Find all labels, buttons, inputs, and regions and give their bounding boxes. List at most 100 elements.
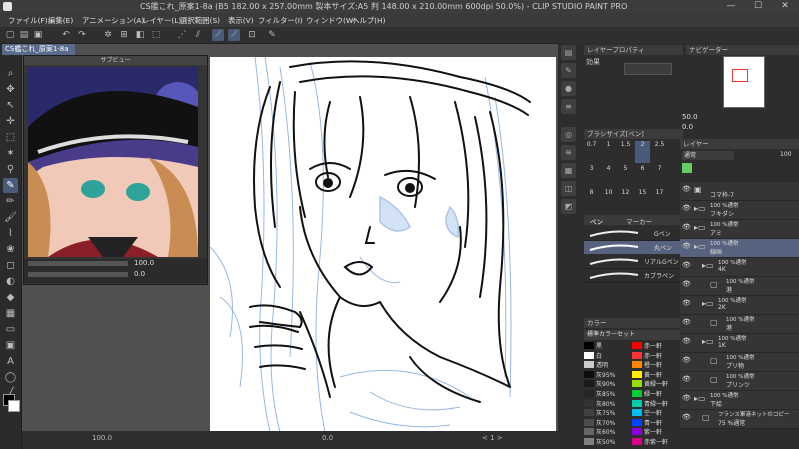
subview-zoom-value[interactable]: 100.0 [134, 259, 154, 267]
menu-layer[interactable]: レイヤー(L) [142, 15, 181, 26]
brush-size-2[interactable]: 2 [635, 141, 650, 163]
visibility-eye-icon[interactable]: 👁 [682, 242, 691, 251]
subview-zoom-slider[interactable] [28, 261, 128, 266]
brush-size-07[interactable]: 0.7 [584, 141, 599, 163]
airbrush-icon[interactable]: ⌇ [3, 226, 18, 241]
menu-animation[interactable]: アニメーション(A) [82, 15, 144, 26]
decoration-icon[interactable]: ❀ [3, 242, 18, 257]
color-swatch[interactable] [632, 399, 642, 407]
subview-angle-value[interactable]: 0.0 [134, 270, 145, 278]
layer-row[interactable]: 👁 ▸▭ 100 %通常 線画 [680, 239, 799, 258]
fill-icon[interactable]: ◧ [134, 29, 146, 41]
layer-opacity[interactable]: 100 [780, 151, 791, 158]
approx-color-icon[interactable]: ◩ [561, 199, 576, 214]
visibility-eye-icon[interactable]: 👁 [682, 375, 691, 384]
navigator-angle[interactable]: 0.0 [682, 123, 693, 131]
color-swatch[interactable] [584, 399, 594, 407]
navigator-zoom[interactable]: 50.0 [682, 113, 698, 121]
brush-size-1[interactable]: 1 [601, 141, 616, 163]
visibility-eye-icon[interactable]: 👁 [682, 318, 691, 327]
move-tool-icon[interactable]: ✥ [3, 82, 18, 97]
color-wheel-icon[interactable]: ◎ [561, 127, 576, 142]
save-icon[interactable]: ▣ [32, 29, 44, 41]
menu-window[interactable]: ウィンドウ(W) [306, 15, 356, 26]
snap-ruler-icon[interactable]: ⟋ [212, 29, 224, 41]
color-swatch[interactable] [632, 342, 642, 349]
visibility-eye-icon[interactable]: 👁 [682, 185, 691, 194]
color-swatch[interactable] [632, 409, 642, 417]
eraser-icon[interactable]: ◻ [3, 258, 18, 273]
clear-icon[interactable]: ✲ [102, 29, 114, 41]
grid-icon[interactable]: ⊡ [246, 29, 258, 41]
angle-status[interactable]: 0.0 [322, 434, 333, 442]
visibility-eye-icon[interactable]: 👁 [682, 223, 691, 232]
brush-size-17[interactable]: 17 [652, 189, 667, 211]
move-layer-icon[interactable]: ✛ [3, 114, 18, 129]
visibility-eye-icon[interactable]: 👁 [682, 261, 691, 270]
menu-help[interactable]: ヘルプ(H) [352, 15, 386, 26]
zoom-status[interactable]: 100.0 [92, 434, 112, 442]
open-icon[interactable]: ▤ [18, 29, 30, 41]
eyedropper-icon[interactable]: ⚲ [3, 162, 18, 177]
color-swatch[interactable] [632, 361, 642, 369]
visibility-eye-icon[interactable]: 👁 [682, 394, 691, 403]
layer-row[interactable]: 👁 ▣ コマ枠-7 [680, 182, 799, 201]
menu-filter[interactable]: フィルター(I) [258, 15, 303, 26]
color-set-icon[interactable]: ▦ [561, 163, 576, 178]
sub-color-swatch[interactable] [8, 400, 20, 412]
snap-icon[interactable]: ⋰ [176, 29, 188, 41]
color-set-dropdown[interactable]: 標準カラーセット [584, 330, 683, 340]
lasso-tool-icon[interactable]: ⬚ [3, 130, 18, 145]
layer-row[interactable]: 👁 ▸▭ 100 %通常 アミ [680, 220, 799, 239]
snap-special-icon[interactable]: ⟋ [228, 29, 240, 41]
layer-row[interactable]: 👁 ▢ 100 %通常 プリンツ [680, 372, 799, 391]
gradient-icon[interactable]: ▦ [3, 306, 18, 321]
color-swatch[interactable] [632, 428, 642, 436]
brush-size-3[interactable]: 3 [584, 165, 599, 187]
blend-icon[interactable]: ◐ [3, 274, 18, 289]
tab-marker[interactable]: マーカー [626, 216, 652, 226]
intermediate-color-icon[interactable]: ◫ [561, 181, 576, 196]
subtool-item-kabura-pen[interactable]: カブラペン [584, 269, 680, 283]
layer-row[interactable]: 👁 ▸▭ 100 %通常 フキダシ [680, 201, 799, 220]
brush-size-12[interactable]: 12 [618, 189, 633, 211]
brush-size-10[interactable]: 10 [601, 189, 616, 211]
color-swatch[interactable] [632, 380, 642, 388]
color-slider-icon[interactable]: ≋ [561, 145, 576, 160]
color-swatch[interactable] [584, 351, 594, 359]
color-swatch[interactable] [584, 428, 594, 436]
layer-color-swatch[interactable] [682, 163, 692, 173]
layer-row[interactable]: 👁 ▢ フランス軍港ネットのコピー 75 %通常 [680, 410, 799, 429]
document-tab[interactable]: CS艦これ_原案1-8a [2, 44, 75, 55]
layer-row[interactable]: 👁 ▸▭ 100 %通常 下絵 [680, 391, 799, 410]
subview-angle-slider[interactable] [28, 272, 128, 277]
reference-image[interactable] [28, 67, 198, 257]
brush-size-5[interactable]: 5 [618, 165, 633, 187]
deselect-icon[interactable]: ⬚ [150, 29, 162, 41]
menu-edit[interactable]: 編集(E) [48, 15, 73, 26]
navigator-viewport[interactable] [732, 69, 748, 82]
color-swatch[interactable] [584, 409, 594, 417]
tab-pen[interactable]: ペン [590, 216, 603, 226]
page-indicator[interactable]: < 1 > [482, 434, 503, 442]
figure-icon[interactable]: ▭ [3, 322, 18, 337]
visibility-eye-icon[interactable]: 👁 [682, 204, 691, 213]
blend-mode-select[interactable]: 通常 [682, 151, 734, 160]
visibility-eye-icon[interactable]: 👁 [682, 413, 691, 422]
visibility-eye-icon[interactable]: 👁 [682, 299, 691, 308]
color-swatch[interactable] [632, 418, 642, 426]
visibility-eye-icon[interactable]: 👁 [682, 356, 691, 365]
subtool-item-maru-pen[interactable]: 丸ペン [584, 241, 680, 254]
color-swatch[interactable] [584, 380, 594, 388]
brush-tool-icon[interactable]: 🖌 [3, 210, 18, 225]
brush-size-15[interactable]: 15 [635, 189, 650, 211]
color-swatch[interactable] [632, 351, 642, 359]
brush-size-7[interactable]: 7 [652, 165, 667, 187]
color-swatch[interactable] [632, 390, 642, 397]
redo-icon[interactable]: ↷ [76, 29, 88, 41]
minimize-button[interactable]: — [718, 0, 744, 13]
pen-tool-icon[interactable]: ✎ [3, 178, 18, 193]
subtool-item-g-pen[interactable]: Gペン [584, 227, 680, 241]
color-swatch[interactable] [632, 438, 642, 445]
menu-file[interactable]: ファイル(F) [8, 15, 48, 26]
